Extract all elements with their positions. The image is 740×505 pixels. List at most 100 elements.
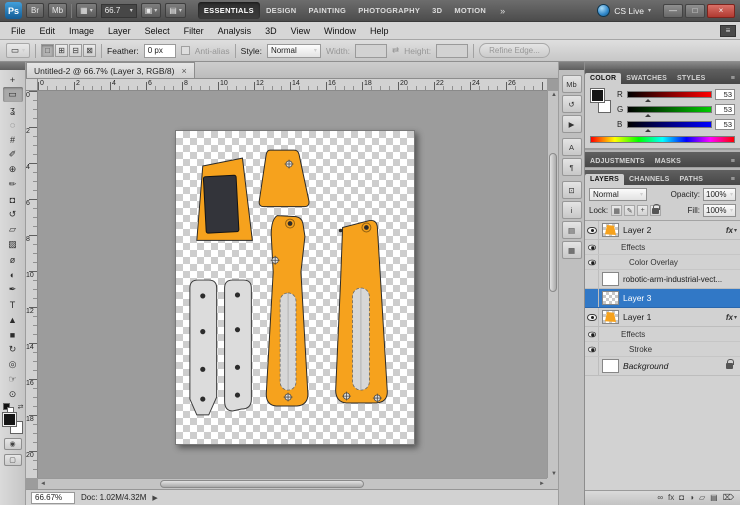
swap-colors-icon[interactable]: ⇄ (18, 403, 24, 411)
panel-toggle-icon[interactable]: ≡ (720, 25, 736, 37)
visibility-toggle[interactable] (585, 308, 599, 326)
tools-panel-grip[interactable] (0, 62, 25, 70)
horizontal-type-tool[interactable]: T (3, 297, 23, 312)
feather-input[interactable]: 0 px (144, 44, 176, 58)
mini-bridge-panel-icon[interactable]: Mb (562, 75, 582, 93)
icon-dock-grip[interactable] (559, 62, 584, 70)
default-colors-icon[interactable] (3, 403, 10, 410)
adjustment-layer-icon[interactable]: ◑ (689, 494, 694, 502)
horizontal-scrollbar[interactable]: ◄ ► (38, 478, 547, 489)
blend-mode-select[interactable]: Normal ▾ (589, 188, 647, 201)
subtract-from-selection-icon[interactable]: ⊟ (69, 44, 82, 57)
minimize-button[interactable]: — (663, 4, 683, 18)
layer-style-icon[interactable]: fx (668, 494, 674, 502)
delete-layer-icon[interactable]: ⌦ (723, 494, 734, 502)
spot-healing-brush-tool[interactable]: ⊕ (3, 162, 23, 177)
link-layers-icon[interactable]: ∞ (657, 494, 663, 502)
layer-fx-badge[interactable]: fx (726, 313, 733, 322)
brush-tool[interactable]: ✏ (3, 177, 23, 192)
menu-filter[interactable]: Filter (177, 24, 211, 38)
arrange-documents-button[interactable]: ▣ ▾ (141, 3, 162, 18)
launch-mini-bridge-button[interactable]: Mb (48, 3, 67, 18)
green-slider[interactable] (627, 106, 712, 113)
rectangle-tool[interactable]: ■ (3, 327, 23, 342)
brush-presets-panel-icon[interactable]: ▦ (562, 241, 582, 259)
vertical-ruler[interactable]: 02468101214161820 (26, 91, 38, 478)
scroll-right-icon[interactable]: ► (539, 481, 545, 487)
tab-styles[interactable]: STYLES (672, 73, 710, 84)
panel-menu-icon[interactable]: ≡ (726, 156, 740, 167)
vertical-scroll-thumb[interactable] (549, 153, 557, 292)
visibility-toggle[interactable] (585, 342, 599, 356)
layer-thumbnail[interactable] (602, 272, 619, 286)
fx-expand-icon[interactable]: ▾ (734, 227, 737, 234)
blue-value-input[interactable]: 53 (715, 119, 735, 130)
vertical-scrollbar[interactable]: ▲ ▼ (547, 91, 558, 478)
menu-edit[interactable]: Edit (33, 24, 63, 38)
add-to-selection-icon[interactable]: ⊞ (55, 44, 68, 57)
color-spectrum-ramp[interactable] (590, 136, 735, 143)
eraser-tool[interactable]: ▱ (3, 222, 23, 237)
layer-thumbnail[interactable] (602, 291, 619, 305)
scroll-down-icon[interactable]: ▼ (551, 471, 557, 477)
red-value-input[interactable]: 53 (715, 89, 735, 100)
lock-position-icon[interactable]: + (637, 205, 648, 216)
scroll-left-icon[interactable]: ◄ (40, 481, 46, 487)
document-canvas[interactable] (175, 130, 415, 445)
quick-selection-tool[interactable]: ◌ (3, 117, 23, 132)
scroll-up-icon[interactable]: ▲ (551, 92, 557, 98)
photoshop-logo[interactable]: Ps (5, 2, 22, 19)
visibility-toggle[interactable] (585, 289, 599, 307)
visibility-toggle[interactable] (585, 357, 599, 375)
anti-alias-checkbox[interactable] (181, 46, 190, 55)
tab-adjustments[interactable]: ADJUSTMENTS (585, 156, 650, 167)
new-layer-icon[interactable]: ▤ (710, 494, 718, 502)
stroke-row[interactable]: Stroke (585, 342, 740, 357)
actions-panel-icon[interactable]: ▶ (562, 115, 582, 133)
layer-group-icon[interactable]: ▱ (699, 494, 705, 502)
zoom-tool[interactable]: ⊙ (3, 387, 23, 402)
menu-help[interactable]: Help (363, 24, 396, 38)
height-input[interactable] (436, 44, 468, 58)
lock-pixels-icon[interactable]: ✎ (624, 205, 635, 216)
layer-row-robotic-arm[interactable]: robotic-arm-industrial-vect... (585, 270, 740, 289)
3d-camera-rotate-tool[interactable]: ◎ (3, 357, 23, 372)
blur-tool[interactable]: ø (3, 252, 23, 267)
refine-edge-button[interactable]: Refine Edge... (479, 43, 550, 58)
workspace-motion[interactable]: MOTION (448, 2, 492, 19)
cs-live-button[interactable]: CS Live ▾ (597, 4, 651, 17)
color-overlay-row[interactable]: Color Overlay (585, 255, 740, 270)
visibility-toggle[interactable] (585, 240, 599, 254)
intersect-selection-icon[interactable]: ⊠ (83, 44, 96, 57)
panel-menu-icon[interactable]: ≡ (726, 174, 740, 185)
screen-mode-button[interactable]: ▤ ▾ (165, 3, 186, 18)
layer-thumbnail[interactable] (602, 310, 619, 324)
menu-file[interactable]: File (4, 24, 33, 38)
launch-bridge-button[interactable]: Br (26, 3, 44, 18)
layer-row-layer-3[interactable]: Layer 3 (585, 289, 740, 308)
opacity-select[interactable]: 100% ▾ (703, 188, 736, 201)
layer-row-background[interactable]: Background (585, 357, 740, 376)
clone-stamp-tool[interactable]: ◘ (3, 192, 23, 207)
effects-row[interactable]: Effects (585, 240, 740, 255)
lasso-tool[interactable]: ʓ (3, 102, 23, 117)
status-zoom-input[interactable]: 66.67% (31, 492, 75, 504)
fx-expand-icon[interactable]: ▾ (734, 314, 737, 321)
paragraph-panel-icon[interactable]: ¶ (562, 158, 582, 176)
layer-row-layer-1[interactable]: Layer 1 fx ▾ (585, 308, 740, 327)
tab-color[interactable]: COLOR (585, 73, 621, 84)
tab-paths[interactable]: PATHS (674, 174, 708, 185)
lock-all-icon[interactable] (650, 205, 661, 216)
tab-channels[interactable]: CHANNELS (624, 174, 675, 185)
link-dimensions-icon[interactable]: ⇄ (392, 45, 399, 56)
layer-thumbnail[interactable] (602, 223, 619, 237)
visibility-toggle[interactable] (585, 327, 599, 341)
notes-panel-icon[interactable]: ▤ (562, 221, 582, 239)
blue-slider[interactable] (627, 121, 712, 128)
close-button[interactable]: × (707, 4, 735, 18)
visibility-toggle[interactable] (585, 255, 599, 269)
pen-tool[interactable]: ✒ (3, 282, 23, 297)
menu-3d[interactable]: 3D (258, 24, 284, 38)
horizontal-ruler[interactable]: 02468101214161820222426 (38, 79, 547, 91)
document-tab[interactable]: Untitled-2 @ 66.7% (Layer 3, RGB/8) × (26, 62, 195, 78)
